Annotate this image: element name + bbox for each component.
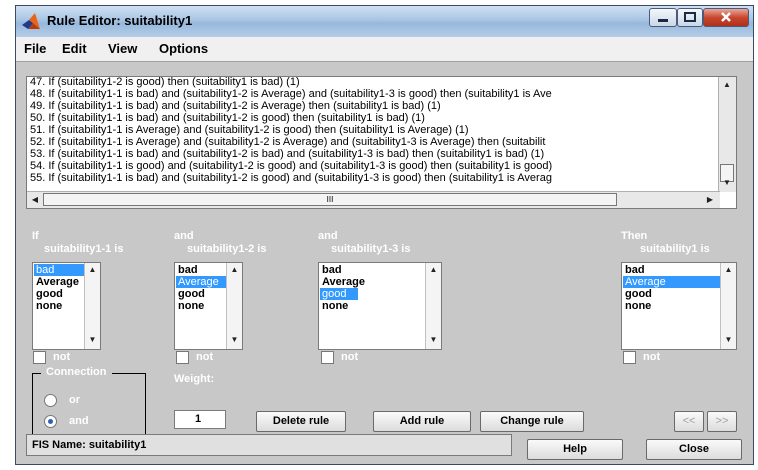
help-button[interactable]: Help (527, 439, 623, 460)
menu-edit[interactable]: Edit (62, 41, 87, 56)
maximize-button[interactable] (677, 8, 703, 27)
input1-not-checkbox[interactable] (33, 351, 46, 364)
and-label: and (318, 230, 338, 242)
list-item[interactable]: good (176, 288, 228, 300)
not-label: not (643, 351, 661, 363)
change-rule-button[interactable]: Change rule (480, 411, 584, 432)
list-item[interactable]: Average (176, 276, 228, 288)
output-not-checkbox[interactable] (623, 351, 636, 364)
fis-name-status: FIS Name: suitability1 (26, 434, 512, 456)
delete-rule-button[interactable]: Delete rule (256, 411, 346, 432)
scroll-up-arrow-icon[interactable]: ▲ (227, 263, 242, 277)
scroll-down-arrow-icon[interactable]: ▼ (719, 175, 735, 191)
close-button[interactable]: Close (646, 439, 742, 460)
list-item[interactable]: bad (320, 264, 426, 276)
and-radio[interactable] (44, 415, 57, 428)
rule-line-49[interactable]: 49. If (suitability1-1 is bad) and (suit… (30, 101, 441, 112)
list-scrollbar[interactable]: ▲ ▼ (226, 263, 242, 349)
horizontal-scroll-thumb[interactable]: III (43, 193, 617, 206)
if-label: If (32, 230, 39, 242)
menu-options[interactable]: Options (159, 41, 208, 56)
rule-line-48[interactable]: 48. If (suitability1-1 is bad) and (suit… (30, 89, 552, 100)
list-item[interactable]: none (176, 300, 228, 312)
connection-group: Connection or and (32, 366, 146, 441)
menu-file[interactable]: File (24, 41, 46, 56)
scroll-down-arrow-icon[interactable]: ▼ (426, 333, 441, 347)
scroll-down-arrow-icon[interactable]: ▼ (721, 333, 736, 347)
list-scrollbar[interactable]: ▲ ▼ (425, 263, 441, 349)
list-item[interactable]: Average (623, 276, 721, 288)
window-title: Rule Editor: suitability1 (47, 13, 193, 28)
or-label: or (69, 394, 80, 406)
output-name-label: suitability1 is (640, 243, 710, 255)
list-item[interactable]: Average (34, 276, 86, 288)
scroll-down-arrow-icon[interactable]: ▼ (227, 333, 242, 347)
not-label: not (341, 351, 359, 363)
rules-horizontal-scrollbar[interactable]: ◀ III ▶ (27, 191, 720, 208)
output-mf-list[interactable]: bad Average good none ▲ ▼ (621, 262, 737, 350)
rule-line-50[interactable]: 50. If (suitability1-1 is bad) and (suit… (30, 113, 425, 124)
rule-line-55[interactable]: 55. If (suitability1-1 is bad) and (suit… (30, 173, 552, 184)
menu-view[interactable]: View (108, 41, 137, 56)
minimize-button[interactable] (649, 8, 677, 27)
not-label: not (53, 351, 71, 363)
input2-mf-list[interactable]: bad Average good none ▲ ▼ (174, 262, 243, 350)
close-window-button[interactable] (703, 8, 749, 27)
or-radio[interactable] (44, 394, 57, 407)
rule-line-52[interactable]: 52. If (suitability1-1 is Average) and (… (30, 137, 545, 148)
list-item[interactable]: good (320, 288, 358, 300)
rules-list[interactable]: 47. If (suitability1-2 is good) then (su… (26, 76, 737, 209)
input1-mf-list[interactable]: bad Average good none ▲ ▼ (32, 262, 101, 350)
menu-bar: File Edit View Options (16, 37, 753, 62)
close-icon (721, 12, 731, 22)
weight-input[interactable]: 1 (174, 410, 226, 429)
rule-line-51[interactable]: 51. If (suitability1-1 is Average) and (… (30, 125, 469, 136)
input3-name-label: suitability1-3 is (331, 243, 411, 255)
matlab-icon (22, 13, 40, 29)
add-rule-button[interactable]: Add rule (373, 411, 471, 432)
then-label: Then (621, 230, 648, 242)
list-item[interactable]: none (320, 300, 426, 312)
input2-name-label: suitability1-2 is (187, 243, 267, 255)
scroll-right-arrow-icon[interactable]: ▶ (702, 192, 718, 208)
list-item[interactable]: Average (320, 276, 426, 288)
list-item[interactable]: good (623, 288, 721, 300)
list-item[interactable]: none (623, 300, 721, 312)
list-item[interactable]: good (34, 288, 86, 300)
connection-title: Connection (41, 366, 112, 378)
list-item[interactable]: bad (34, 264, 86, 276)
title-bar[interactable]: Rule Editor: suitability1 (16, 6, 753, 37)
rule-line-47[interactable]: 47. If (suitability1-2 is good) then (su… (30, 77, 300, 88)
scroll-up-arrow-icon[interactable]: ▲ (719, 77, 735, 93)
list-item[interactable]: bad (623, 264, 721, 276)
list-item[interactable]: bad (176, 264, 228, 276)
scroll-up-arrow-icon[interactable]: ▲ (85, 263, 100, 277)
rule-line-53[interactable]: 53. If (suitability1-1 is bad) and (suit… (30, 149, 544, 160)
and-label: and (174, 230, 194, 242)
scroll-up-arrow-icon[interactable]: ▲ (426, 263, 441, 277)
weight-label: Weight: (174, 373, 215, 385)
rules-vertical-scrollbar[interactable]: ▲ ▼ (718, 77, 736, 192)
scroll-down-arrow-icon[interactable]: ▼ (85, 333, 100, 347)
scroll-left-arrow-icon[interactable]: ◀ (27, 192, 43, 208)
not-label: not (196, 351, 214, 363)
rule-line-54[interactable]: 54. If (suitability1-1 is good) and (sui… (30, 161, 552, 172)
rule-editor-window: Rule Editor: suitability1 File Edit View… (15, 5, 754, 465)
list-item[interactable]: none (34, 300, 86, 312)
maximize-icon (684, 12, 696, 22)
scroll-up-arrow-icon[interactable]: ▲ (721, 263, 736, 277)
and-radio-label: and (69, 415, 89, 427)
input1-name-label: suitability1-1 is (44, 243, 124, 255)
minimize-icon (658, 19, 668, 22)
input2-not-checkbox[interactable] (176, 351, 189, 364)
input3-not-checkbox[interactable] (321, 351, 334, 364)
list-scrollbar[interactable]: ▲ ▼ (720, 263, 736, 349)
previous-rule-button[interactable]: << (674, 411, 704, 432)
list-scrollbar[interactable]: ▲ ▼ (84, 263, 100, 349)
next-rule-button[interactable]: >> (707, 411, 737, 432)
input3-mf-list[interactable]: bad Average good none ▲ ▼ (318, 262, 442, 350)
